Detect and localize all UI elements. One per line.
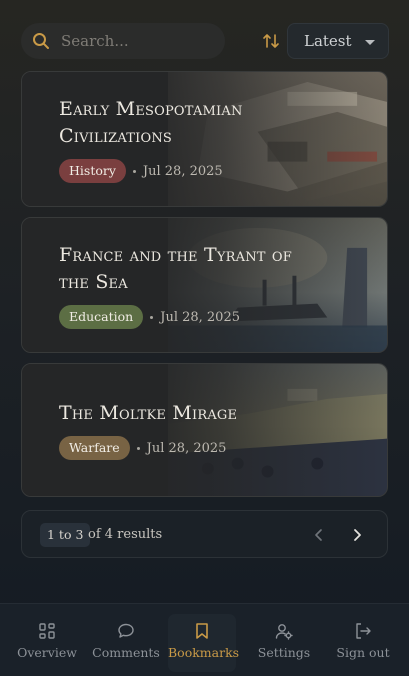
grid-icon <box>39 623 55 639</box>
nav-item-bookmarks[interactable]: Bookmarks <box>168 614 240 672</box>
user-gear-icon <box>275 624 293 640</box>
article-card[interactable]: The Moltke Mirage Warfare Jul 28, 2025 <box>21 363 388 497</box>
pagination: 1 to 3 of 4 results <box>21 510 388 558</box>
card-date: Jul 28, 2025 <box>142 163 223 179</box>
sort-select[interactable]: Latest <box>287 23 389 59</box>
caret-down-icon <box>365 40 375 45</box>
search-icon <box>33 33 49 49</box>
sign-out-icon <box>356 623 371 639</box>
article-card[interactable]: France and the Tyrant of the Sea Educati… <box>21 217 388 353</box>
card-meta: History Jul 28, 2025 <box>59 159 307 183</box>
chevron-left-icon <box>315 529 322 541</box>
article-card[interactable]: Early Mesopotamian Civilizations History… <box>21 71 388 207</box>
sort-select-value: Latest <box>304 32 352 50</box>
nav-item-overview[interactable]: Overview <box>13 614 81 672</box>
nav-label: Bookmarks <box>168 645 240 660</box>
tag-badge[interactable]: Education <box>59 305 144 329</box>
card-title: Early Mesopotamian Civilizations <box>59 98 243 147</box>
sort-icon[interactable] <box>262 32 280 50</box>
toolbar: Latest <box>21 23 389 59</box>
card-title: The Moltke Mirage <box>59 402 238 424</box>
card-meta: Education Jul 28, 2025 <box>59 305 307 329</box>
separator-dot <box>132 169 136 173</box>
nav-label: Overview <box>17 645 77 660</box>
chat-bubble-icon <box>118 623 134 638</box>
tag-badge[interactable]: History <box>59 159 126 183</box>
chevron-right-icon <box>354 529 361 541</box>
previous-page-button[interactable] <box>307 523 331 547</box>
card-meta: Warfare Jul 28, 2025 <box>59 436 307 460</box>
card-title: France and the Tyrant of the Sea <box>59 244 292 293</box>
nav-item-sign-out[interactable]: Sign out <box>329 614 397 672</box>
result-range: 1 to 3 <box>40 523 91 547</box>
bookmark-icon <box>196 623 208 639</box>
nav-item-comments[interactable]: Comments <box>92 614 160 672</box>
nav-label: Comments <box>92 645 160 660</box>
nav-label: Settings <box>257 645 311 660</box>
nav-item-settings[interactable]: Settings <box>250 614 318 672</box>
next-page-button[interactable] <box>345 523 369 547</box>
card-date: Jul 28, 2025 <box>160 309 240 325</box>
nav-label: Sign out <box>336 645 390 660</box>
search-box[interactable] <box>21 23 225 59</box>
separator-dot <box>136 446 140 450</box>
tag-badge[interactable]: Warfare <box>59 436 130 460</box>
search-input[interactable] <box>61 32 211 50</box>
card-date: Jul 28, 2025 <box>146 440 227 456</box>
separator-dot <box>150 315 154 319</box>
result-count: of 4 results <box>88 527 163 542</box>
bottom-navigation: Overview Comments Bookmarks Settings Sig… <box>0 603 409 676</box>
